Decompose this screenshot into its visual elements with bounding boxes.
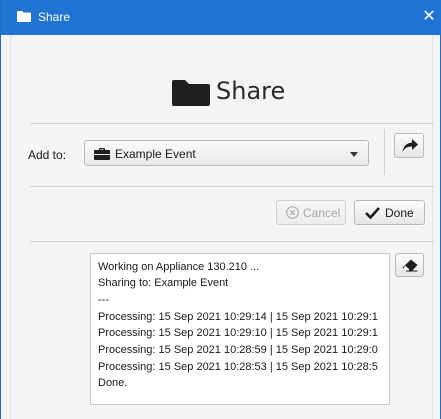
log-line: Processing: 15 Sep 2021 10:29:14 | 15 Se… [98,311,378,323]
cancel-circle-icon [286,206,299,219]
add-to-label: Add to: [28,148,67,162]
log-line: Working on Appliance 130.210 ... [98,261,260,273]
log-line: Sharing to: Example Event [98,277,229,289]
folder-icon [172,80,210,106]
done-label: Done [385,206,414,220]
divider [30,186,434,187]
cancel-button[interactable]: Cancel [276,200,346,225]
close-button[interactable]: ✕ [418,5,440,29]
divider [384,129,385,175]
log-output[interactable]: Working on Appliance 130.210 ... Sharing… [90,253,390,405]
window-title: Share [38,10,71,24]
briefcase-icon [94,148,110,160]
chevron-down-icon [350,152,358,157]
folder-icon [17,11,31,22]
add-to-selected-value: Example Event [115,147,196,161]
log-line: --- [98,294,109,306]
divider [30,123,434,124]
log-line: Done. [98,377,128,389]
add-to-select[interactable]: Example Event [84,140,369,166]
close-icon: ✕ [422,8,436,25]
dialog-header: Share [11,75,434,111]
share-arrow-icon [402,139,418,152]
dialog-content: Share Add to: Example Event Cancel Done … [10,35,434,419]
log-line: Processing: 15 Sep 2021 10:28:59 | 15 Se… [98,344,378,356]
share-dialog: Share ✕ Share Add to: Example Event Canc… [0,0,441,419]
cancel-label: Cancel [303,206,341,220]
dialog-title: Share [216,77,286,105]
log-line: Processing: 15 Sep 2021 10:28:53 | 15 Se… [98,361,378,373]
log-line: Processing: 15 Sep 2021 10:29:10 | 15 Se… [98,327,378,339]
share-button[interactable] [394,133,424,158]
done-button[interactable]: Done [354,200,425,225]
clear-log-button[interactable] [395,253,424,277]
title-bar: Share ✕ [1,0,441,35]
checkmark-icon [365,207,380,219]
eraser-icon [402,259,418,272]
divider [30,241,434,242]
